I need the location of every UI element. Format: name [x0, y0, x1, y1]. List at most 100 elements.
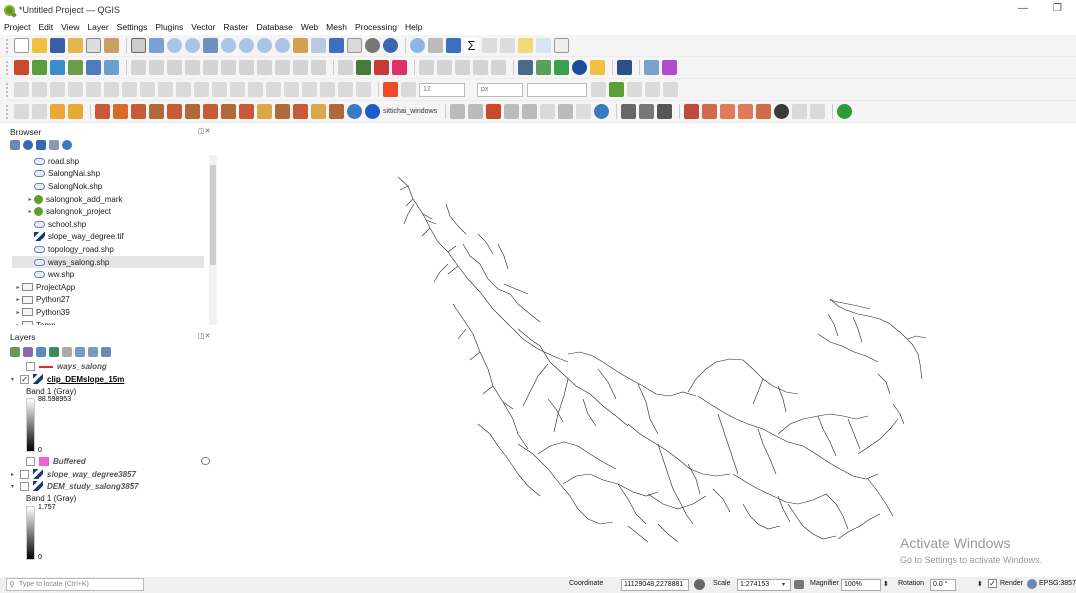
rotation-field[interactable]: 0.0 ° — [930, 579, 956, 591]
browser-item[interactable]: ▸ Python27 — [12, 294, 204, 307]
menu-edit[interactable]: Edit — [38, 22, 53, 32]
expand-caret-icon[interactable]: ▸ — [14, 309, 22, 316]
add-geopackage-icon[interactable] — [68, 60, 83, 75]
browser-scrollbar[interactable] — [209, 155, 217, 325]
split-features-icon[interactable] — [158, 82, 173, 97]
erase-icon[interactable] — [468, 104, 484, 119]
minimize-button[interactable]: — — [1018, 3, 1028, 14]
change-label-icon[interactable] — [491, 60, 506, 75]
layers-panel-controls[interactable]: ◫✕ — [198, 332, 210, 340]
menu-help[interactable]: Help — [405, 22, 422, 32]
user-account-icon[interactable] — [365, 104, 380, 119]
menu-layer[interactable]: Layer — [87, 22, 108, 32]
vector-tool-7-icon[interactable] — [203, 104, 218, 119]
pin-labels-icon[interactable] — [419, 60, 434, 75]
toolbar-grip[interactable] — [6, 82, 10, 97]
expand-caret-icon[interactable]: ▾ — [11, 483, 20, 490]
offset-curve-icon[interactable] — [320, 82, 335, 97]
add-virtual-layer-icon[interactable] — [104, 60, 119, 75]
open-attribute-table-icon[interactable] — [428, 38, 443, 53]
vector-tool-5-icon[interactable] — [167, 104, 182, 119]
browser-panel-controls[interactable]: ◫✕ — [198, 127, 210, 135]
temporal-controller-icon[interactable] — [329, 38, 344, 53]
layer-checkbox-ways-salong[interactable] — [26, 362, 35, 371]
style-manager-icon[interactable] — [104, 38, 119, 53]
add-group-icon[interactable] — [23, 347, 33, 357]
identify-features-icon[interactable] — [410, 38, 425, 53]
text-format-icon[interactable] — [401, 82, 416, 97]
text-annotation-icon[interactable] — [554, 38, 569, 53]
delete-ring-icon[interactable] — [284, 82, 299, 97]
coordinate-capture-icon[interactable] — [621, 104, 637, 119]
vector-tool-8-icon[interactable] — [221, 104, 236, 119]
browser-item[interactable]: ▸ Python39 — [12, 306, 204, 319]
collapse-all-icon[interactable] — [49, 140, 59, 150]
toolbar-grip[interactable] — [6, 38, 10, 53]
menu-raster[interactable]: Raster — [223, 22, 248, 32]
edit-pencil-icon[interactable] — [149, 60, 164, 75]
new-map-view-icon[interactable] — [293, 38, 308, 53]
rotate-feature-icon[interactable] — [194, 82, 209, 97]
vector-tool-14-icon[interactable] — [329, 104, 344, 119]
save-project-icon[interactable] — [50, 38, 65, 53]
render-checkbox[interactable]: ✓ — [988, 579, 997, 588]
raster-disabled-2-icon[interactable] — [810, 104, 826, 119]
merge-features-icon[interactable] — [176, 82, 191, 97]
vector-tool-13-icon[interactable] — [311, 104, 326, 119]
enable-snapping-icon[interactable] — [14, 82, 29, 97]
layer-row-slope-way[interactable]: ▸ slope_way_degree3857 — [11, 469, 136, 479]
indicator-icon[interactable] — [201, 457, 210, 465]
new-3d-map-view-icon[interactable] — [311, 38, 326, 53]
open-project-icon[interactable] — [32, 38, 47, 53]
menu-mesh[interactable]: Mesh — [326, 22, 347, 32]
tracing-icon[interactable] — [122, 82, 137, 97]
zoom-native-icon[interactable] — [257, 38, 272, 53]
raster-zoom-icon[interactable] — [720, 104, 736, 119]
vector-tool-10-icon[interactable] — [257, 104, 272, 119]
new-print-layout-icon[interactable] — [68, 38, 83, 53]
toggle-extents-icon[interactable] — [694, 579, 705, 590]
raster-disabled-icon[interactable] — [792, 104, 808, 119]
vector-tool-9-icon[interactable] — [239, 104, 254, 119]
layer-checkbox-buffered[interactable] — [26, 457, 35, 466]
select-all-icon[interactable] — [68, 104, 83, 119]
georeferencer-icon[interactable] — [518, 60, 533, 75]
vector-tool-2-icon[interactable] — [113, 104, 128, 119]
layer-checkbox-dem-study[interactable] — [20, 481, 29, 491]
menu-processing[interactable]: Processing — [355, 22, 397, 32]
browser-item[interactable]: school.shp — [12, 218, 204, 231]
font-size-input[interactable]: 12 — [419, 82, 465, 97]
menu-project[interactable]: Project — [4, 22, 30, 32]
vector-tool-3-icon[interactable] — [131, 104, 146, 119]
crs-globe-icon[interactable] — [1027, 579, 1037, 589]
digitize-icon[interactable] — [131, 60, 146, 75]
select-by-value-icon[interactable] — [32, 104, 47, 119]
delete-selected-icon[interactable] — [221, 60, 236, 75]
manage-map-themes-icon[interactable] — [36, 347, 46, 357]
raster-tool-icon[interactable] — [702, 104, 718, 119]
browser-item[interactable]: ▸ salongnok_project — [12, 205, 204, 218]
expand-all-icon[interactable] — [75, 347, 85, 357]
menu-settings[interactable]: Settings — [117, 22, 148, 32]
save-edits-icon[interactable] — [167, 60, 182, 75]
delete-part-icon[interactable] — [302, 82, 317, 97]
menu-vector[interactable]: Vector — [191, 22, 215, 32]
browser-filter-icon[interactable] — [36, 140, 46, 150]
open-layer-styling-icon[interactable] — [10, 347, 20, 357]
copy-move-icon[interactable] — [356, 82, 371, 97]
menu-web[interactable]: Web — [301, 22, 318, 32]
browser-refresh-icon[interactable] — [23, 140, 33, 150]
undo-icon[interactable] — [293, 60, 308, 75]
pan-to-selection-icon[interactable] — [149, 38, 164, 53]
qgis2web-icon[interactable] — [536, 60, 551, 75]
plugin-extra-icon[interactable] — [662, 60, 677, 75]
rotation-spin-icon[interactable]: ⬍ — [977, 580, 983, 588]
annotation-delete-icon[interactable] — [627, 82, 642, 97]
annotation-layer-select[interactable] — [527, 82, 587, 97]
collapse-layers-icon[interactable] — [88, 347, 98, 357]
browser-item[interactable]: ways_salong.shp — [12, 255, 204, 269]
python-console-icon[interactable] — [617, 60, 632, 75]
layer-row-dem-study[interactable]: ▾ DEM_study_salong3857 — [11, 481, 139, 491]
zoom-in-icon[interactable] — [167, 38, 182, 53]
measure-area-icon[interactable] — [500, 38, 515, 53]
